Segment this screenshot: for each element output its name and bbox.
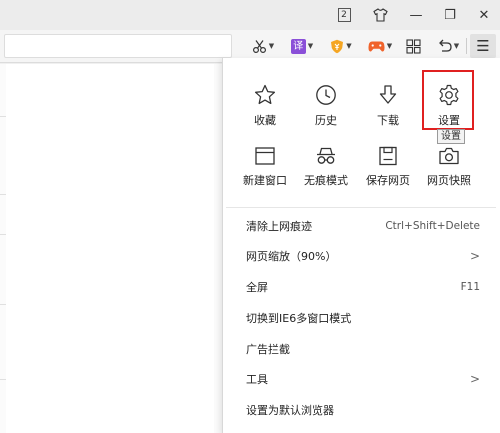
menu-grid-save-page[interactable]: 保存网页 bbox=[355, 146, 421, 198]
menu-item-zoom[interactable]: 网页缩放（90%） > bbox=[222, 240, 500, 271]
menu-item-label: 网页缩放（90%） bbox=[246, 249, 337, 263]
main-menu-button[interactable]: ☰ bbox=[470, 34, 496, 58]
window-icon bbox=[255, 147, 275, 165]
page-divider bbox=[0, 116, 6, 117]
toolbar-divider bbox=[466, 38, 467, 54]
save-icon bbox=[379, 146, 397, 166]
minimize-icon: — bbox=[409, 7, 423, 23]
menu-grid-favorites[interactable]: 收藏 bbox=[232, 84, 298, 136]
translate-button[interactable]: 译 ▼ bbox=[288, 34, 316, 58]
menu-item-label: 设置为默认浏览器 bbox=[246, 403, 334, 417]
menu-grid-label: 网页快照 bbox=[427, 174, 471, 187]
apps-button[interactable] bbox=[402, 34, 424, 58]
minimize-button[interactable]: — bbox=[398, 0, 434, 30]
menu-item-label: 广告拦截 bbox=[246, 342, 290, 356]
menu-divider bbox=[226, 207, 496, 208]
clock-icon bbox=[316, 85, 336, 105]
restore-button[interactable]: ❐ bbox=[432, 0, 468, 30]
chevron-down-icon: ▼ bbox=[453, 42, 460, 50]
menu-grid-label: 下载 bbox=[377, 114, 399, 127]
menu-grid-downloads[interactable]: 下载 bbox=[355, 84, 421, 136]
undo-close-button[interactable]: ▼ bbox=[434, 34, 462, 58]
menu-item-label: 清除上网痕迹 bbox=[246, 219, 312, 233]
undo-icon bbox=[438, 39, 452, 52]
menu-grid-screenshot[interactable]: 网页快照 bbox=[416, 146, 482, 198]
grid-icon bbox=[405, 38, 421, 54]
chevron-right-icon: > bbox=[469, 371, 480, 386]
menu-grid-label: 收藏 bbox=[254, 114, 276, 127]
chevron-right-icon: > bbox=[469, 248, 480, 263]
translate-icon: 译 bbox=[290, 38, 306, 54]
menu-item-ad-block[interactable]: 广告拦截 bbox=[222, 333, 500, 364]
address-bar[interactable] bbox=[4, 34, 232, 58]
camera-icon bbox=[439, 147, 459, 165]
close-button[interactable]: ✕ bbox=[466, 0, 500, 30]
menu-item-label: 全屏 bbox=[246, 280, 268, 294]
star-icon bbox=[254, 84, 276, 105]
restore-icon: ❐ bbox=[444, 7, 456, 23]
menu-item-shortcut: F11 bbox=[460, 280, 480, 293]
tab-count-button[interactable]: 2 bbox=[326, 0, 362, 30]
menu-item-fullscreen[interactable]: 全屏 F11 bbox=[222, 271, 500, 302]
menu-item-label: 工具 bbox=[246, 372, 268, 386]
screenshot-tool-button[interactable]: ▼ bbox=[250, 34, 276, 58]
page-content bbox=[0, 64, 222, 433]
menu-grid-incognito[interactable]: 无痕模式 bbox=[293, 146, 359, 198]
menu-item-label: 切换到IE6多窗口模式 bbox=[246, 311, 352, 325]
game-button[interactable]: ▼ bbox=[366, 34, 394, 58]
menu-grid-label: 无痕模式 bbox=[304, 174, 348, 187]
chevron-down-icon: ▼ bbox=[346, 42, 352, 50]
gamepad-icon bbox=[368, 41, 385, 52]
tab-count: 2 bbox=[337, 8, 351, 22]
hamburger-icon: ☰ bbox=[476, 37, 490, 55]
shield-icon bbox=[331, 39, 344, 53]
close-icon: ✕ bbox=[478, 7, 490, 23]
download-icon bbox=[379, 85, 397, 104]
chevron-down-icon: ▼ bbox=[307, 42, 314, 50]
menu-grid-history[interactable]: 历史 bbox=[293, 84, 359, 136]
menu-grid-label: 新建窗口 bbox=[243, 174, 287, 187]
page-divider bbox=[0, 304, 6, 305]
scissors-icon bbox=[252, 39, 266, 53]
coupon-button[interactable]: ▼ bbox=[328, 34, 354, 58]
page-canvas bbox=[6, 64, 214, 433]
settings-highlight-box bbox=[422, 70, 474, 130]
chevron-down-icon: ▼ bbox=[386, 42, 393, 50]
translate-glyph: 译 bbox=[293, 40, 304, 52]
menu-item-ie6-mode[interactable]: 切换到IE6多窗口模式 bbox=[222, 302, 500, 333]
menu-item-default-browser[interactable]: 设置为默认浏览器 bbox=[222, 394, 500, 425]
settings-tooltip: 设置 bbox=[437, 129, 465, 144]
skin-button[interactable] bbox=[362, 0, 398, 30]
menu-item-shortcut: Ctrl+Shift+Delete bbox=[385, 219, 480, 232]
menu-grid-new-window[interactable]: 新建窗口 bbox=[232, 146, 298, 198]
menu-item-tools[interactable]: 工具 > bbox=[222, 363, 500, 394]
menu-grid-label: 保存网页 bbox=[366, 174, 410, 187]
menu-grid-label: 历史 bbox=[315, 114, 337, 127]
page-divider bbox=[0, 194, 6, 195]
menu-item-clear-traces[interactable]: 清除上网痕迹 Ctrl+Shift+Delete bbox=[222, 210, 500, 241]
page-divider bbox=[0, 234, 6, 235]
page-divider bbox=[0, 379, 6, 380]
shirt-icon bbox=[372, 8, 388, 22]
title-bar: 2 — ❐ ✕ bbox=[0, 0, 500, 30]
chevron-down-icon: ▼ bbox=[268, 42, 275, 50]
incognito-icon bbox=[317, 147, 335, 164]
